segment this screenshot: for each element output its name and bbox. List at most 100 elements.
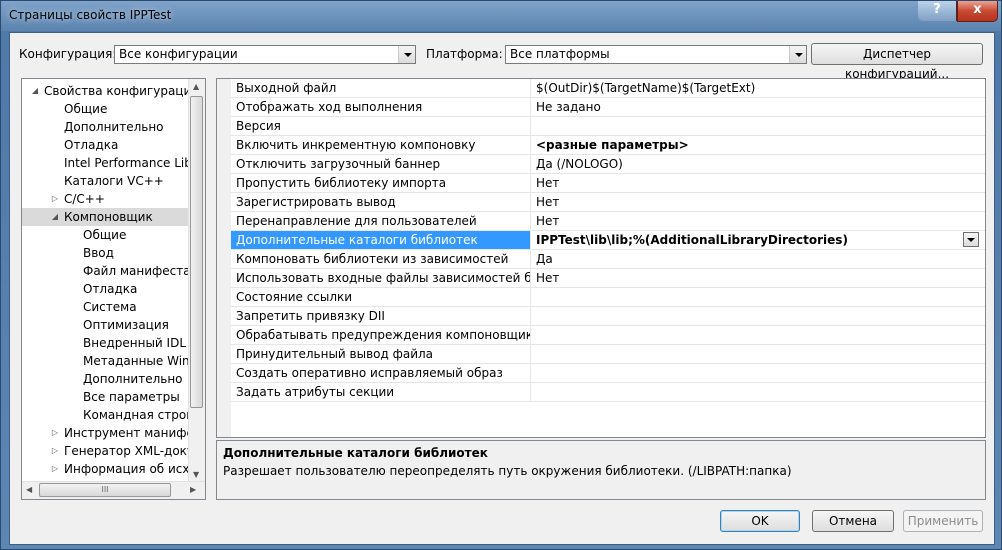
property-value[interactable]: Не задано xyxy=(531,98,985,116)
expanded-arrow-icon[interactable]: ◢ xyxy=(50,208,60,226)
help-button[interactable]: ? xyxy=(918,1,957,21)
tree-item[interactable]: ◢ Свойства конфигурации xyxy=(22,82,199,100)
property-row[interactable]: Создать оперативно исправляемый образ xyxy=(231,364,985,383)
tree-item[interactable]: Система xyxy=(22,298,190,316)
tree-item[interactable]: Отладка xyxy=(22,280,190,298)
property-row[interactable]: Состояние ссылки xyxy=(231,288,985,307)
tree-item[interactable]: ▷ C/C++ xyxy=(22,190,190,208)
config-manager-button[interactable]: Диспетчер конфигураций... xyxy=(811,43,983,81)
cancel-button[interactable]: Отмена xyxy=(812,510,894,532)
title-bar[interactable]: Страницы свойств IPPTest ? x xyxy=(1,1,1001,31)
tree-item[interactable]: Отладка xyxy=(22,136,190,154)
scroll-up-icon[interactable]: ▲ xyxy=(193,82,199,91)
scroll-thumb[interactable] xyxy=(190,96,203,408)
tree-item-label: Оптимизация xyxy=(83,318,169,332)
value-dropdown-button[interactable] xyxy=(963,232,979,247)
scroll-down-icon[interactable]: ▼ xyxy=(193,470,199,479)
tree-item[interactable]: Общие xyxy=(22,100,190,118)
property-row[interactable]: Задать атрибуты секции xyxy=(231,383,985,402)
property-value[interactable] xyxy=(531,117,985,135)
property-value[interactable] xyxy=(531,307,985,325)
tree-item-label: Дополнительно xyxy=(64,120,164,134)
tree-item[interactable]: Общие xyxy=(22,226,190,244)
collapsed-arrow-icon[interactable]: ▷ xyxy=(50,442,60,460)
tree-item[interactable]: ◢ Компоновщик xyxy=(22,208,190,226)
property-value[interactable] xyxy=(531,288,985,306)
config-dropdown[interactable]: Все конфигурации xyxy=(114,45,416,64)
tree-item[interactable]: Командная строка xyxy=(22,406,201,424)
property-row[interactable]: Зарегистрировать вывод Нет xyxy=(231,193,985,212)
property-row[interactable]: Обрабатывать предупреждения компоновщика… xyxy=(231,326,985,345)
property-value[interactable] xyxy=(531,345,985,363)
ok-button[interactable]: OK xyxy=(720,510,800,532)
property-row[interactable]: Версия xyxy=(231,117,985,136)
property-row[interactable]: Отображать ход выполнения Не задано xyxy=(231,98,985,117)
expanded-arrow-icon[interactable]: ◢ xyxy=(30,82,40,100)
property-row[interactable]: Запретить привязку DII xyxy=(231,307,985,326)
tree-item-label: Дополнительно xyxy=(83,372,183,386)
property-row[interactable]: Выходной файл $(OutDir)$(TargetName)$(Tar… xyxy=(231,79,985,98)
tree-item[interactable]: Внедренный IDL xyxy=(22,334,190,352)
property-value[interactable]: $(OutDir)$(TargetName)$(TargetExt) xyxy=(531,79,985,97)
property-value[interactable]: Нет xyxy=(531,193,985,211)
platform-dropdown[interactable]: Все платформы xyxy=(505,45,807,64)
property-value[interactable]: <разные параметры> xyxy=(531,136,985,154)
tree-item-label: Каталоги VC++ xyxy=(64,174,164,188)
tree-item[interactable]: Дополнительно xyxy=(22,370,190,388)
property-value[interactable] xyxy=(531,326,985,344)
property-row[interactable]: Принудительный вывод файла xyxy=(231,345,985,364)
property-tree[interactable]: ◢ Свойства конфигурации Общие Дополнительно… xyxy=(21,78,206,500)
property-row[interactable]: Использовать входные файлы зависимостей … xyxy=(231,269,985,288)
property-row[interactable]: Пропустить библиотеку импорта Нет xyxy=(231,174,985,193)
tree-item-label: Intel Performance Libra xyxy=(64,156,205,170)
property-row[interactable]: Включить инкрементную компоновку <разные … xyxy=(231,136,985,155)
tree-item[interactable]: ▷ Информация об исход xyxy=(22,460,205,478)
property-value[interactable]: Да (/NOLOGO) xyxy=(531,155,985,173)
collapsed-arrow-icon[interactable]: ▷ xyxy=(50,190,60,208)
property-value[interactable]: Нет xyxy=(531,212,985,230)
tree-item-label: Отладка xyxy=(83,282,138,296)
scroll-right-icon[interactable]: ▶ xyxy=(190,485,196,494)
property-name: Перенаправление для пользователей xyxy=(231,212,531,230)
tree-item[interactable]: Все параметры xyxy=(22,388,190,406)
tree-item[interactable]: Дополнительно xyxy=(22,118,190,136)
property-name: Создать оперативно исправляемый образ xyxy=(231,364,531,382)
property-value[interactable]: Нет xyxy=(531,269,985,287)
property-value[interactable]: Да xyxy=(531,250,985,268)
tree-vertical-scrollbar[interactable]: ▲ ▼ xyxy=(188,79,205,483)
property-row[interactable]: Перенаправление для пользователей Нет xyxy=(231,212,985,231)
tree-horizontal-scrollbar[interactable]: ◀ III ▶ xyxy=(22,481,205,499)
description-panel: Дополнительные каталоги библиотек Разреш… xyxy=(216,440,986,500)
tree-item[interactable]: Оптимизация xyxy=(22,316,190,334)
collapsed-arrow-icon[interactable]: ▷ xyxy=(50,460,60,478)
apply-button[interactable]: Применить xyxy=(903,510,983,532)
tree-item[interactable]: ▷ Генератор XML-докум xyxy=(22,442,203,460)
tree-item[interactable]: ▷ Инструмент манифест xyxy=(22,424,205,442)
property-value[interactable]: IPPTest\lib\lib;%(AdditionalLibraryDirec… xyxy=(531,231,985,249)
tree-item[interactable]: Intel Performance Libra xyxy=(22,154,204,172)
property-value[interactable] xyxy=(531,364,985,382)
property-value[interactable] xyxy=(531,383,985,401)
tree-item-label: Командная строка xyxy=(83,408,201,422)
property-name: Компоновать библиотеки из зависимостей xyxy=(231,250,531,268)
property-name: Принудительный вывод файла xyxy=(231,345,531,363)
tree-item-label: Общие xyxy=(64,102,108,116)
property-row[interactable]: Дополнительные каталоги библиотек IPPTest… xyxy=(231,231,985,250)
property-name: Отображать ход выполнения xyxy=(231,98,531,116)
tree-item-label: Файл манифеста xyxy=(83,264,191,278)
close-button[interactable]: x xyxy=(957,1,998,22)
property-name: Версия xyxy=(231,117,531,135)
tree-item[interactable]: Метаданные Windo xyxy=(22,352,205,370)
scroll-left-icon[interactable]: ◀ xyxy=(26,485,32,494)
property-grid[interactable]: Выходной файл $(OutDir)$(TargetName)$(Tar… xyxy=(216,78,986,438)
property-value[interactable]: Нет xyxy=(531,174,985,192)
tree-item[interactable]: Каталоги VC++ xyxy=(22,172,190,190)
tree-item[interactable]: Файл манифеста xyxy=(22,262,191,280)
property-name: Использовать входные файлы зависимостей … xyxy=(231,269,531,287)
scroll-thumb[interactable]: III xyxy=(39,483,171,497)
tree-item[interactable]: Ввод xyxy=(22,244,190,262)
property-row[interactable]: Компоновать библиотеки из зависимостей Да xyxy=(231,250,985,269)
collapsed-arrow-icon[interactable]: ▷ xyxy=(50,424,60,442)
property-row[interactable]: Отключить загрузочный баннер Да (/NOLOGO) xyxy=(231,155,985,174)
property-name: Зарегистрировать вывод xyxy=(231,193,531,211)
